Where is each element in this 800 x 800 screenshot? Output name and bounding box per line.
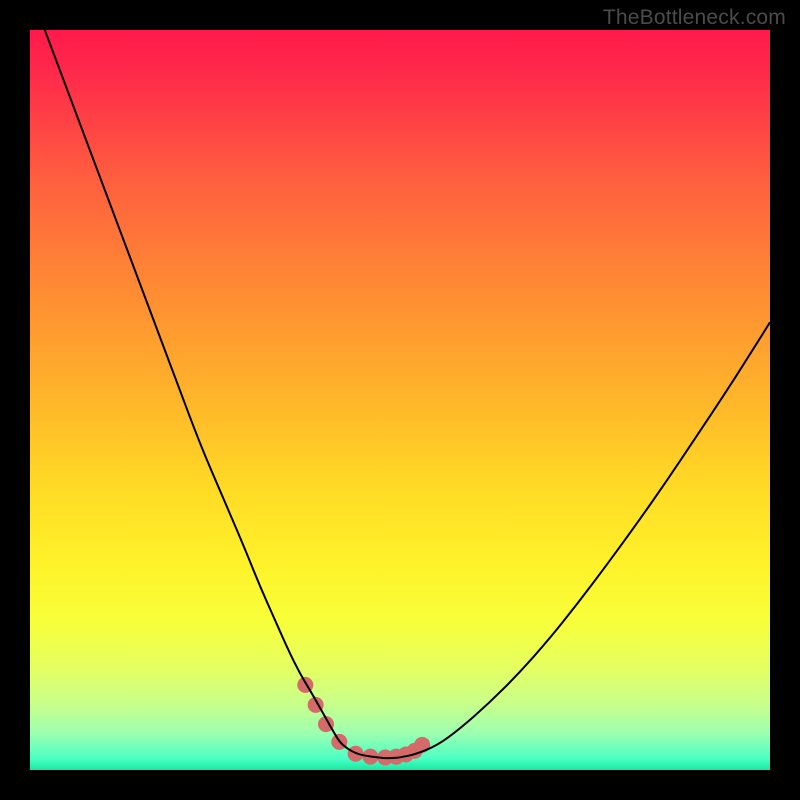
curve-layer [30, 30, 770, 770]
chart-frame: TheBottleneck.com [0, 0, 800, 800]
highlight-dots-group [297, 677, 430, 766]
watermark-text: TheBottleneck.com [603, 6, 786, 30]
plot-area [30, 30, 770, 770]
bottleneck-curve [45, 30, 770, 758]
